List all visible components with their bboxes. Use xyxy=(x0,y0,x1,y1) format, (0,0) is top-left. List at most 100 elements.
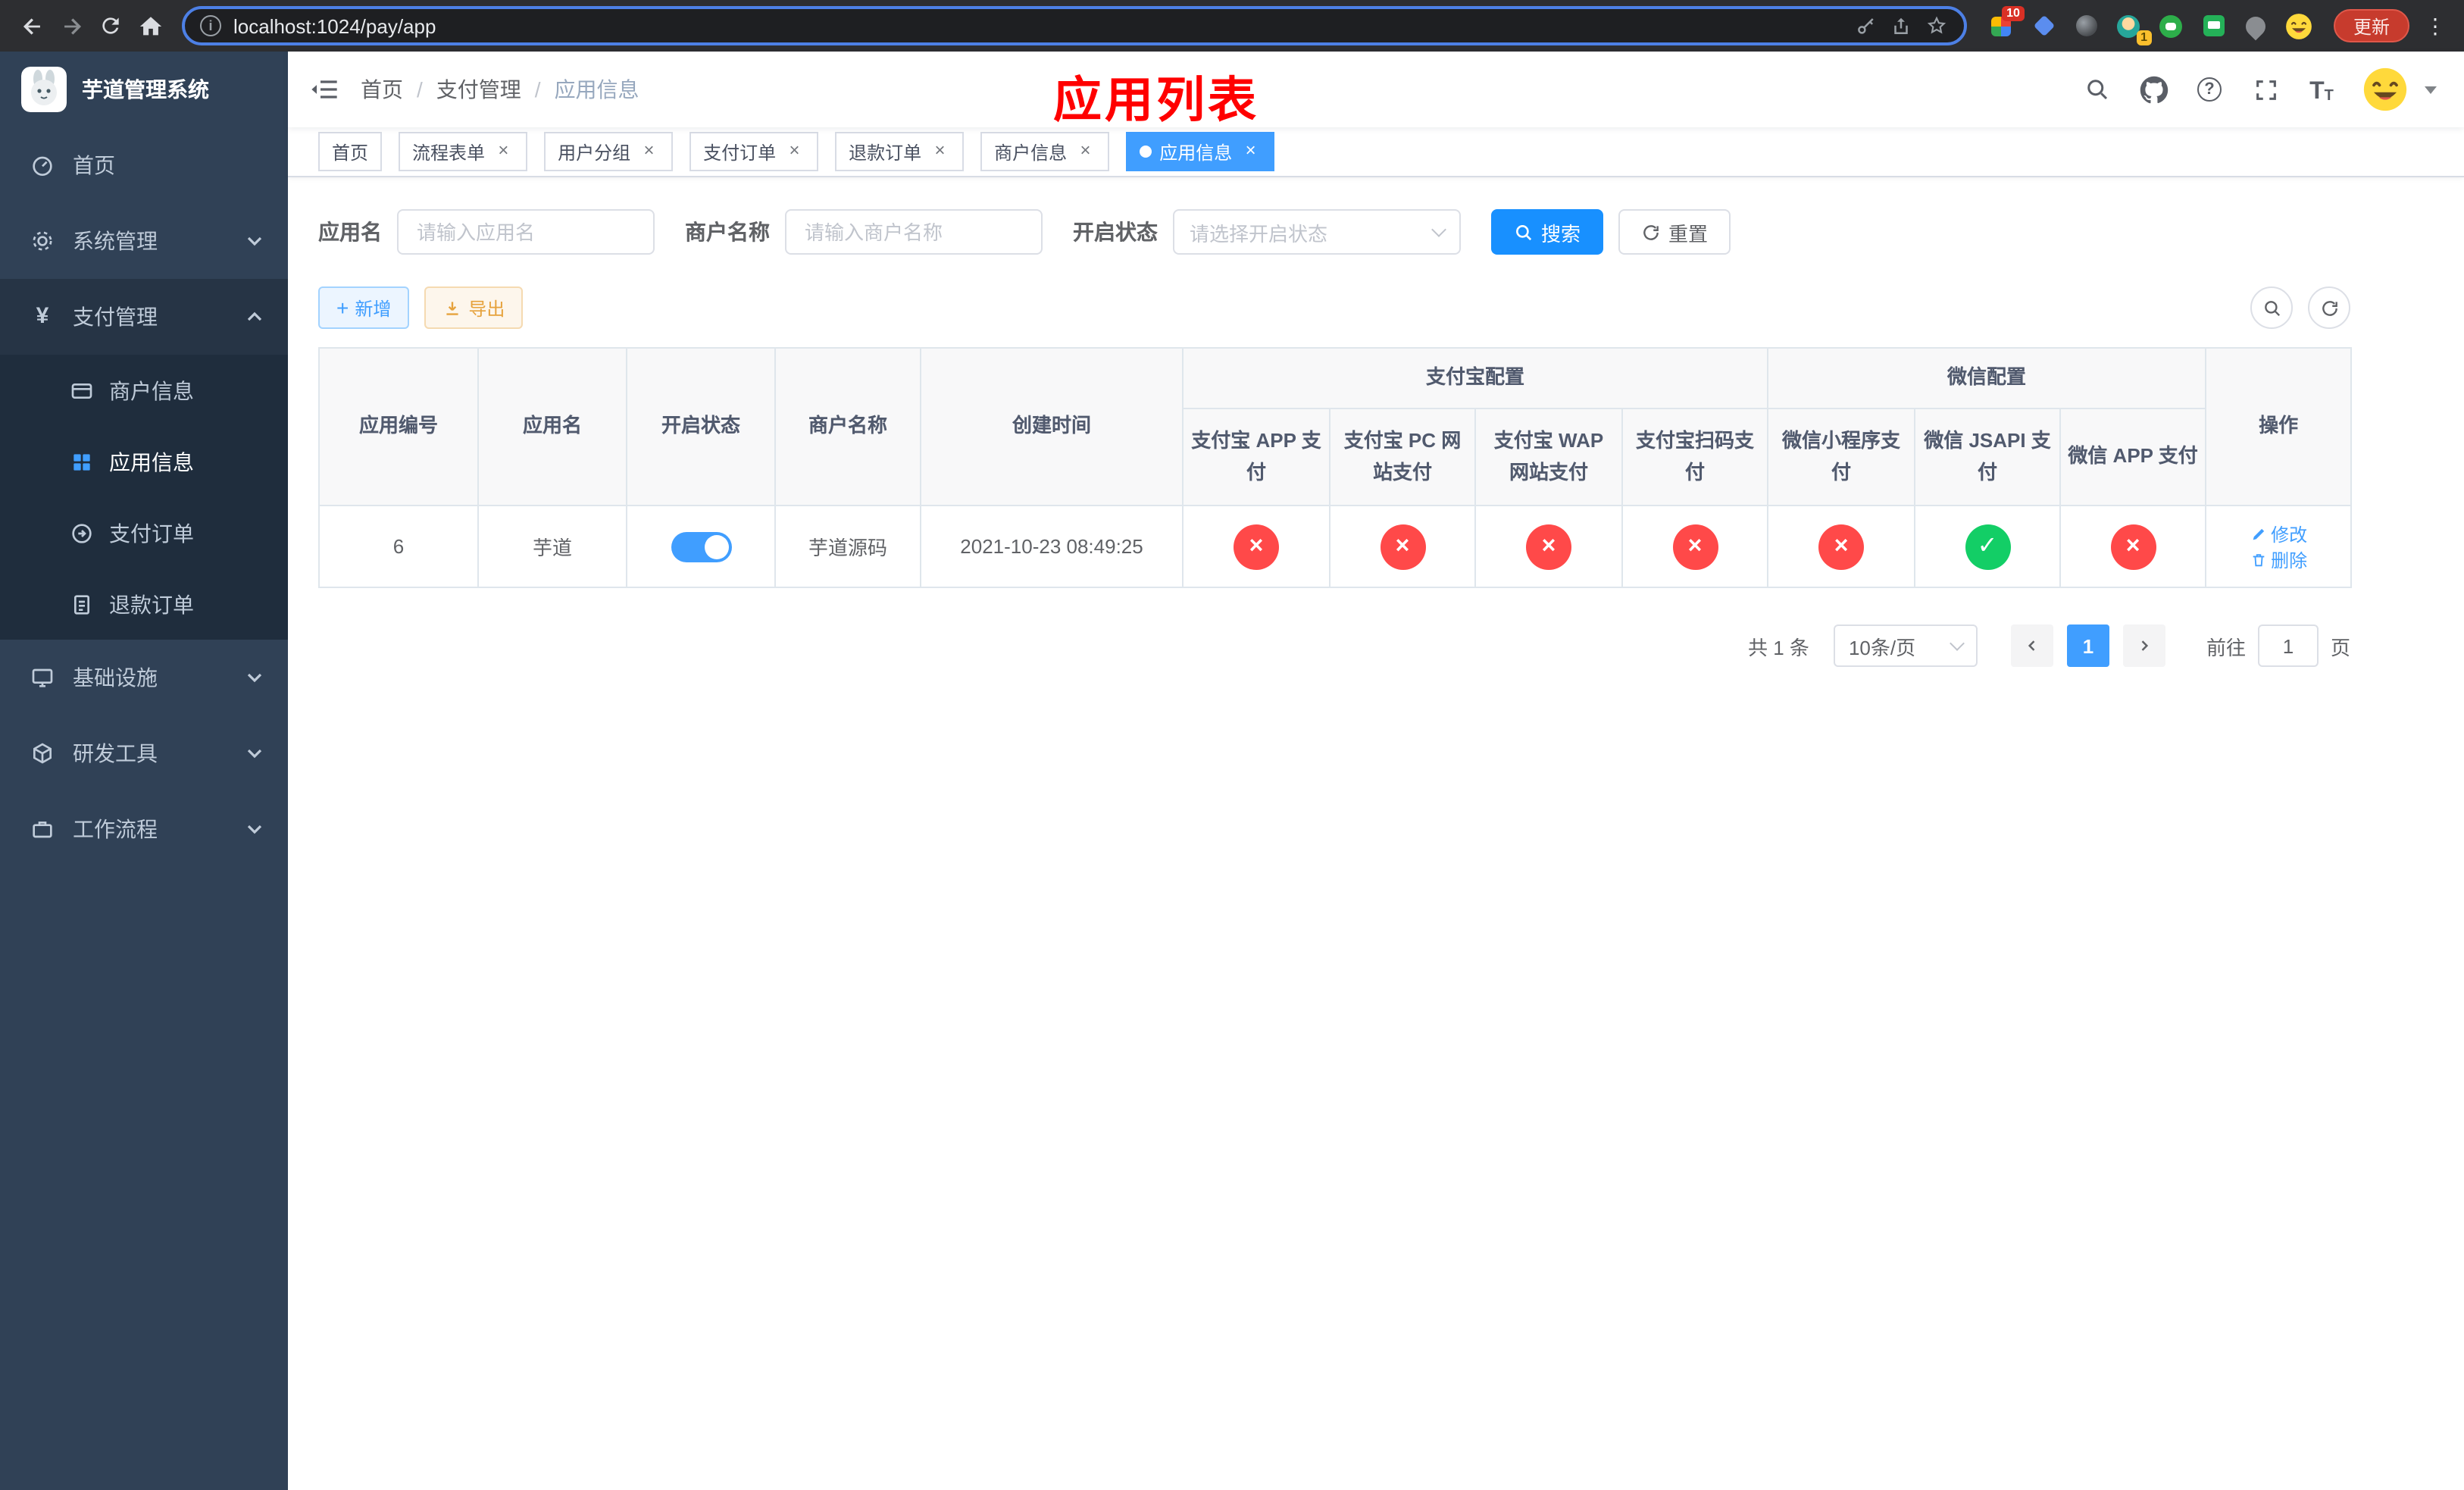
close-icon[interactable]: × xyxy=(1240,140,1261,162)
tab-process-form[interactable]: 流程表单 × xyxy=(399,132,528,171)
toggle-search-button[interactable] xyxy=(2250,286,2293,329)
app-name-label: 应用名 xyxy=(318,220,382,244)
info-icon[interactable]: i xyxy=(200,15,221,36)
url-text[interactable]: localhost:1024/pay/app xyxy=(233,14,436,37)
close-icon[interactable]: × xyxy=(638,140,659,162)
sidebar-fold-button[interactable] xyxy=(288,74,361,105)
table-toolbar: + 新增 导出 xyxy=(318,286,2350,329)
sidebar-item-label: 退款订单 xyxy=(109,592,194,616)
tab-refund-order[interactable]: 退款订单 × xyxy=(835,132,965,171)
github-icon-button[interactable] xyxy=(2138,74,2169,105)
status-success-icon: ✓ xyxy=(1965,524,2011,569)
extension-avatar-icon[interactable]: 1 xyxy=(2115,12,2152,45)
page-1-button[interactable]: 1 xyxy=(2066,624,2109,667)
browser-update-button[interactable]: 更新 xyxy=(2333,9,2409,42)
cell-alipay-pc: × xyxy=(1329,505,1476,588)
sidebar-item-system[interactable]: 系统管理 xyxy=(0,203,288,279)
app-name-input[interactable] xyxy=(397,209,655,255)
bookmark-star-icon[interactable] xyxy=(1925,14,1949,38)
status-fail-icon: × xyxy=(1818,524,1865,569)
extension-green-square-icon[interactable] xyxy=(2200,12,2228,39)
search-button[interactable]: 搜索 xyxy=(1491,209,1604,255)
delete-link[interactable]: 删除 xyxy=(2250,546,2307,572)
column-group-wechat: 微信配置 xyxy=(1767,347,2207,409)
payment-submenu: 商户信息 应用信息 支付订单 退款订单 xyxy=(0,355,288,640)
tab-pay-order[interactable]: 支付订单 × xyxy=(689,132,819,171)
add-button[interactable]: + 新增 xyxy=(318,286,410,329)
sidebar-item-infrastructure[interactable]: 基础设施 xyxy=(0,640,288,715)
fullscreen-icon-button[interactable] xyxy=(2250,74,2281,105)
page-size-value: 10条/页 xyxy=(1848,636,1916,659)
font-size-icon-button[interactable] xyxy=(2306,74,2337,105)
page-size-select[interactable]: 10条/页 xyxy=(1833,624,1978,667)
close-icon[interactable]: × xyxy=(783,140,805,162)
column-header-alipay-wap: 支付宝 WAP 网站支付 xyxy=(1474,408,1623,506)
cell-app-id: 6 xyxy=(318,505,479,588)
url-bar[interactable]: i localhost:1024/pay/app xyxy=(182,6,1967,45)
user-avatar[interactable] xyxy=(2362,67,2408,112)
share-icon[interactable] xyxy=(1890,14,1912,37)
column-header-status: 开启状态 xyxy=(626,347,776,506)
breadcrumb-item-home[interactable]: 首页 xyxy=(361,74,403,105)
extension-dark-circle-icon[interactable] xyxy=(2073,12,2100,39)
goto-page-input[interactable] xyxy=(2257,624,2319,667)
sidebar-item-dev-tools[interactable]: 研发工具 xyxy=(0,715,288,791)
tab-home[interactable]: 首页 xyxy=(318,132,383,171)
close-icon[interactable]: × xyxy=(929,140,950,162)
reset-button[interactable]: 重置 xyxy=(1618,209,1731,255)
browser-menu-kebab-icon[interactable]: ⋮ xyxy=(2419,13,2452,39)
sidebar-item-payment[interactable]: ¥ 支付管理 xyxy=(0,279,288,355)
sidebar-item-merchant-info[interactable]: 商户信息 xyxy=(0,355,288,426)
sidebar-item-workflow[interactable]: 工作流程 xyxy=(0,791,288,867)
breadcrumb-item-payment[interactable]: 支付管理 xyxy=(436,74,521,105)
breadcrumb: 首页 / 支付管理 / 应用信息 xyxy=(361,74,639,105)
sidebar-item-refund-order[interactable]: 退款订单 xyxy=(0,568,288,640)
profile-avatar-icon[interactable] xyxy=(2285,12,2312,39)
home-button[interactable] xyxy=(130,6,170,45)
delete-link-label: 删除 xyxy=(2271,549,2308,571)
reload-button[interactable] xyxy=(91,6,130,45)
extension-wechat-icon[interactable] xyxy=(2158,12,2185,39)
cell-app-name: 芋道 xyxy=(477,505,627,588)
forward-button[interactable] xyxy=(52,6,91,45)
sidebar-item-home[interactable]: 首页 xyxy=(0,127,288,203)
app-logo-row[interactable]: 芋道管理系统 xyxy=(0,52,288,127)
export-button[interactable]: 导出 xyxy=(424,286,524,329)
tab-merchant-info[interactable]: 商户信息 × xyxy=(980,132,1110,171)
extension-colorful-icon[interactable]: 10 xyxy=(1988,6,2025,39)
cell-wx-mini: × xyxy=(1767,505,1916,588)
sidebar: 芋道管理系统 首页 系统管理 ¥ 支付管理 商户信息 应用信息 支付订单 退款订… xyxy=(0,52,288,1490)
next-page-button[interactable] xyxy=(2122,624,2165,667)
question-icon xyxy=(2197,77,2222,102)
chevron-down-icon[interactable] xyxy=(2425,86,2437,93)
extension-gem-icon[interactable] xyxy=(2031,12,2058,39)
breadcrumb-item-app-info: 应用信息 xyxy=(554,77,639,102)
column-group-alipay: 支付宝配置 xyxy=(1181,347,1769,409)
goto-group: 前往 页 xyxy=(2206,624,2350,667)
prev-page-button[interactable] xyxy=(2010,624,2053,667)
export-button-label: 导出 xyxy=(468,298,505,319)
chevron-left-icon xyxy=(2028,640,2035,651)
tab-app-info[interactable]: 应用信息 × xyxy=(1126,132,1275,171)
cell-wx-jsapi: ✓ xyxy=(1914,505,2062,588)
password-key-icon[interactable] xyxy=(1855,14,1878,37)
reload-icon xyxy=(102,17,119,34)
refresh-table-button[interactable] xyxy=(2308,286,2350,329)
close-icon[interactable]: × xyxy=(1074,140,1096,162)
help-icon-button[interactable] xyxy=(2194,74,2225,105)
sidebar-item-pay-order[interactable]: 支付订单 xyxy=(0,497,288,568)
tab-user-group[interactable]: 用户分组 × xyxy=(544,132,674,171)
edit-link[interactable]: 修改 xyxy=(2250,521,2307,546)
sidebar-item-app-info[interactable]: 应用信息 xyxy=(0,426,288,497)
search-icon-button[interactable] xyxy=(2082,74,2112,105)
chevron-right-icon xyxy=(2141,640,2149,651)
status-toggle[interactable] xyxy=(671,531,731,562)
back-button[interactable] xyxy=(12,6,52,45)
merchant-name-input[interactable] xyxy=(785,209,1043,255)
status-select[interactable]: 请选择开启状态 xyxy=(1173,209,1461,255)
sidebar-item-label: 支付订单 xyxy=(109,521,194,545)
close-icon[interactable]: × xyxy=(492,140,514,162)
extension-pin-icon[interactable] xyxy=(2242,11,2271,40)
goto-label: 前往 xyxy=(2206,636,2246,659)
merchant-name-label: 商户名称 xyxy=(685,220,770,244)
